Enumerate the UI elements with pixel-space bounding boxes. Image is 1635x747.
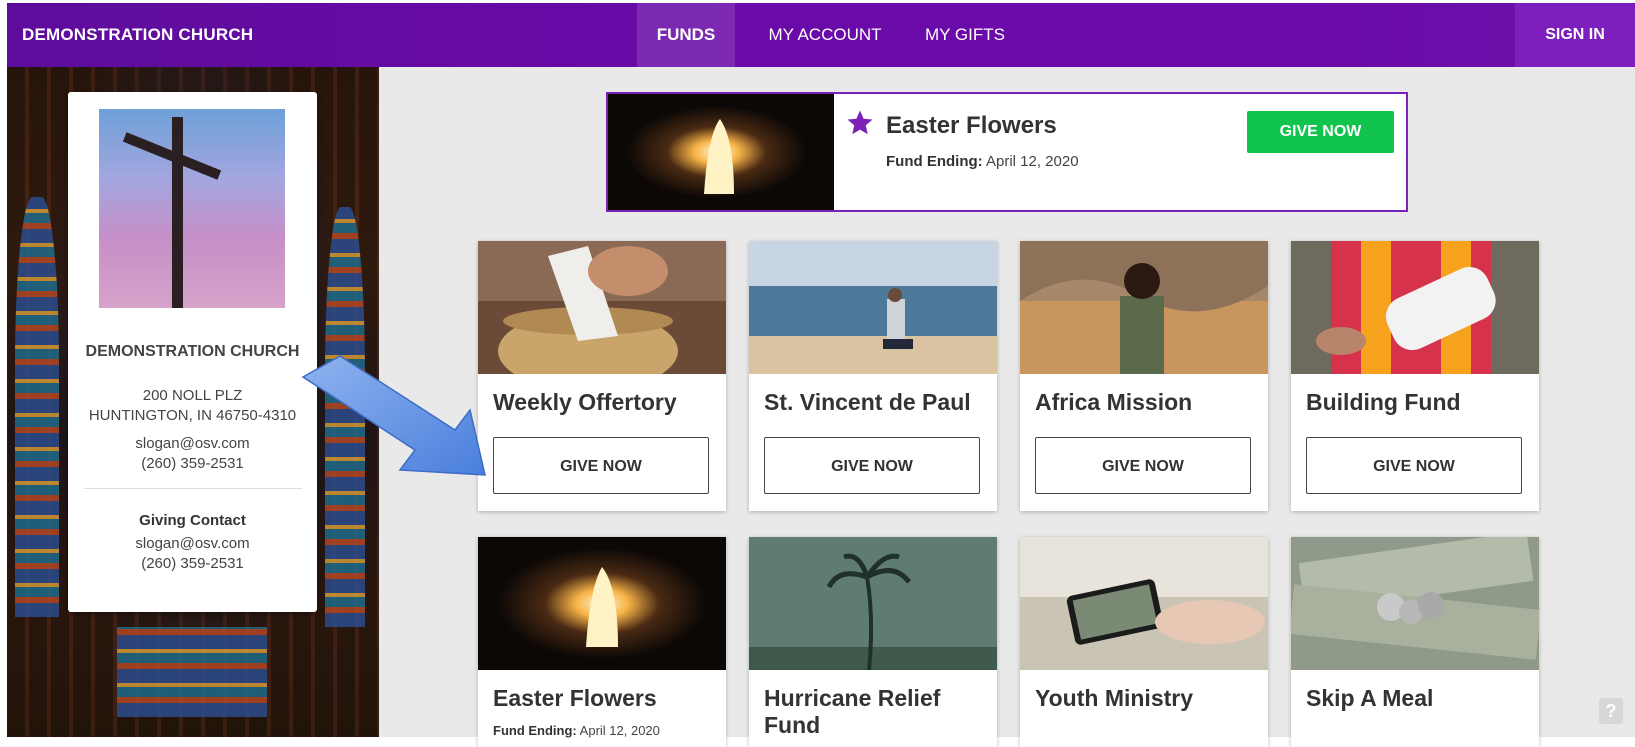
giving-contact-email[interactable]: slogan@osv.com [68,535,317,552]
give-now-button[interactable]: GIVE NOW [1306,437,1522,494]
featured-give-now-button[interactable]: GIVE NOW [1247,111,1394,153]
empty-tomb-image [478,537,726,670]
funds-main-area: Easter Flowers Fund Ending: April 12, 20… [379,67,1635,747]
fund-title[interactable]: Hurricane Relief Fund [764,685,989,739]
church-info-card: DEMONSTRATION CHURCH 200 NOLL PLZ HUNTIN… [68,92,317,612]
top-navigation-bar: DEMONSTRATION CHURCH FUNDS MY ACCOUNT MY… [7,3,1635,67]
fund-card-skip-a-meal: Skip A Meal [1291,537,1539,747]
featured-fund-banner: Easter Flowers Fund Ending: April 12, 20… [606,92,1408,212]
giving-contact-phone: (260) 359-2531 [141,555,244,572]
phone-selfie-image [1020,537,1268,670]
palm-tree-storm-image [749,537,997,670]
fund-card-hurricane-relief: Hurricane Relief Fund [749,537,997,747]
church-name: DEMONSTRATION CHURCH [85,343,300,360]
empty-tomb-image [608,94,834,210]
church-sidebar: DEMONSTRATION CHURCH 200 NOLL PLZ HUNTIN… [7,67,379,737]
fund-title[interactable]: Building Fund [1306,389,1531,416]
featured-fund-title[interactable]: Easter Flowers [886,112,1057,140]
nav-my-gifts[interactable]: MY GIFTS [915,3,1015,67]
featured-fund-ending: Fund Ending: April 12, 2020 [886,153,1079,170]
church-phone: (260) 359-2531 [141,455,244,472]
nav-funds[interactable]: FUNDS [637,3,735,67]
fund-card-weekly-offertory: Weekly Offertory GIVE NOW [478,241,726,511]
church-logo-image [99,109,285,308]
money-image [1291,537,1539,670]
church-email[interactable]: slogan@osv.com [68,435,317,452]
give-now-button[interactable]: GIVE NOW [764,437,980,494]
construction-worker-image [1291,241,1539,374]
fund-ending-label: Fund Ending: [493,723,577,738]
divider [84,488,302,489]
african-child-image [1020,241,1268,374]
fund-card-st-vincent-de-paul: St. Vincent de Paul GIVE NOW [749,241,997,511]
sign-in-button[interactable]: SIGN IN [1515,3,1635,67]
fund-card-easter-flowers: Easter Flowers Fund Ending: April 12, 20… [478,537,726,747]
fund-title[interactable]: Africa Mission [1035,389,1260,416]
brand-name[interactable]: DEMONSTRATION CHURCH [22,3,253,67]
fund-title[interactable]: Weekly Offertory [493,389,718,416]
fund-ending-label: Fund Ending: [886,153,983,170]
fund-ending: Fund Ending: April 12, 2020 [493,723,660,738]
give-now-button[interactable]: GIVE NOW [1035,437,1251,494]
cross-icon [172,117,183,308]
stained-glass-window [15,197,59,617]
fund-card-africa-mission: Africa Mission GIVE NOW [1020,241,1268,511]
fund-card-youth-ministry: Youth Ministry [1020,537,1268,747]
give-now-button[interactable]: GIVE NOW [493,437,709,494]
giving-contact-label: Giving Contact [139,512,246,529]
church-address-line1: 200 NOLL PLZ [142,387,243,404]
help-icon[interactable]: ? [1599,698,1623,724]
fund-ending-date: April 12, 2020 [579,723,660,738]
offering-basket-image [478,241,726,374]
stained-glass-window [117,627,267,717]
fund-title[interactable]: Youth Ministry [1035,685,1260,712]
fund-title[interactable]: Skip A Meal [1306,685,1531,712]
fund-title[interactable]: St. Vincent de Paul [764,389,989,416]
praying-man-beach-image [749,241,997,374]
stained-glass-window [325,207,365,627]
church-address-line2: HUNTINGTON, IN 46750-4310 [88,407,297,424]
fund-card-building-fund: Building Fund GIVE NOW [1291,241,1539,511]
nav-my-account[interactable]: MY ACCOUNT [755,3,895,67]
star-icon [847,110,873,135]
fund-ending-date: April 12, 2020 [985,153,1079,170]
fund-title[interactable]: Easter Flowers [493,685,718,712]
